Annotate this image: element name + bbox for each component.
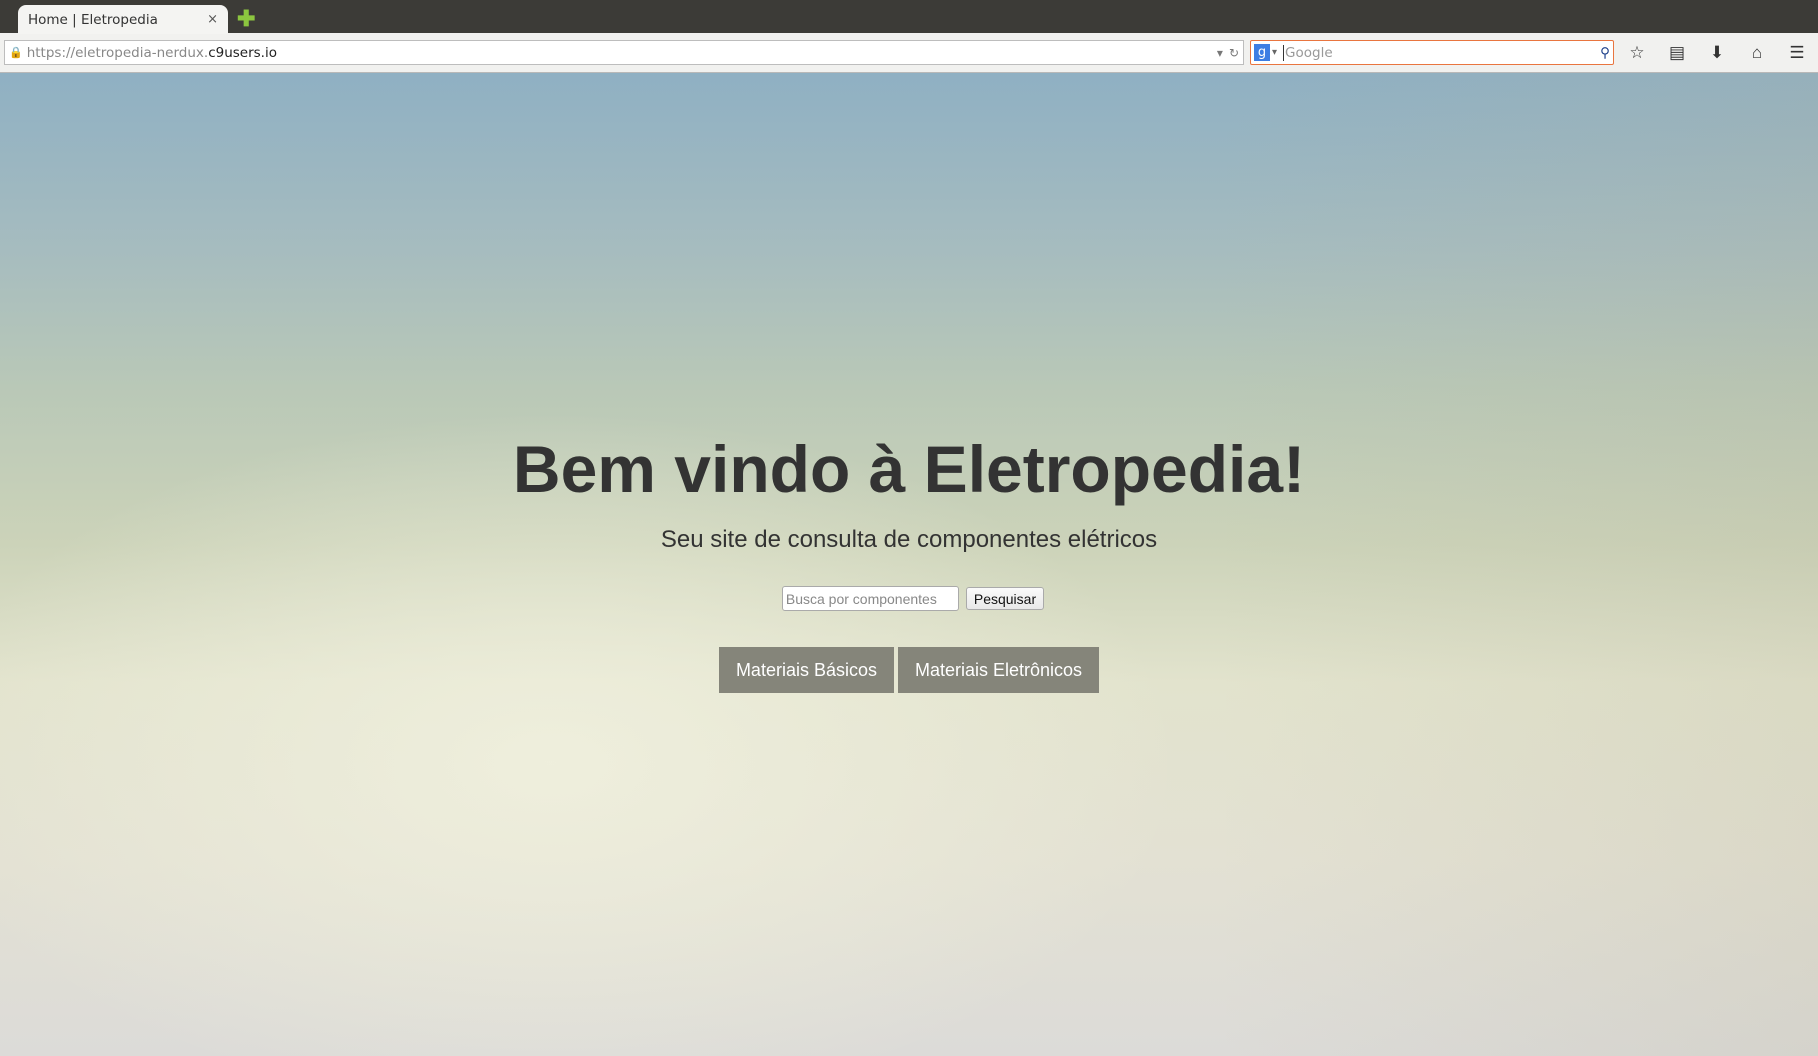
basic-materials-button[interactable]: Materiais Básicos — [718, 647, 894, 693]
menu-icon[interactable]: ☰ — [1780, 43, 1814, 63]
tab-bar: Home | Eletropedia × ✚ — [0, 0, 1818, 34]
tab-home[interactable]: Home | Eletropedia × — [18, 5, 228, 34]
lock-icon: 🔒 — [9, 46, 23, 59]
home-icon[interactable]: ⌂ — [1740, 43, 1774, 63]
page-title: Bem vindo à Eletropedia! — [512, 432, 1306, 506]
close-tab-icon[interactable]: × — [207, 12, 218, 27]
new-tab-icon[interactable]: ✚ — [237, 6, 255, 32]
engine-dropdown-icon[interactable]: ▾ — [1272, 47, 1277, 58]
url-host: c9users.io — [208, 44, 277, 61]
url-scheme: https://eletropedia-nerdux. — [26, 44, 209, 61]
bookmark-star-icon[interactable]: ☆ — [1620, 43, 1654, 63]
search-button[interactable]: Pesquisar — [965, 587, 1045, 610]
reload-icon[interactable]: ↻ — [1229, 46, 1239, 60]
download-icon[interactable]: ⬇ — [1700, 43, 1734, 63]
page-subtitle: Seu site de consulta de componentes elét… — [660, 526, 1158, 553]
url-bar[interactable]: 🔒 https://eletropedia-nerdux. c9users.io … — [4, 40, 1244, 65]
url-dropdown-icon[interactable]: ▾ — [1217, 46, 1223, 60]
search-bar[interactable]: g ▾ Google ⚲ — [1250, 40, 1614, 65]
reading-list-icon[interactable]: ▤ — [1660, 43, 1694, 63]
search-form: Pesquisar — [0, 586, 1818, 611]
component-search-input[interactable] — [781, 586, 959, 611]
google-engine-icon[interactable]: g — [1254, 44, 1270, 61]
tab-title: Home | Eletropedia — [28, 11, 158, 28]
page-content: Bem vindo à Eletropedia! Seu site de con… — [0, 73, 1818, 1056]
search-icon[interactable]: ⚲ — [1600, 45, 1610, 61]
navigation-toolbar: 🔒 https://eletropedia-nerdux. c9users.io … — [0, 33, 1818, 73]
electronic-materials-button[interactable]: Materiais Eletrônicos — [897, 647, 1100, 693]
search-input[interactable]: Google — [1283, 44, 1600, 61]
